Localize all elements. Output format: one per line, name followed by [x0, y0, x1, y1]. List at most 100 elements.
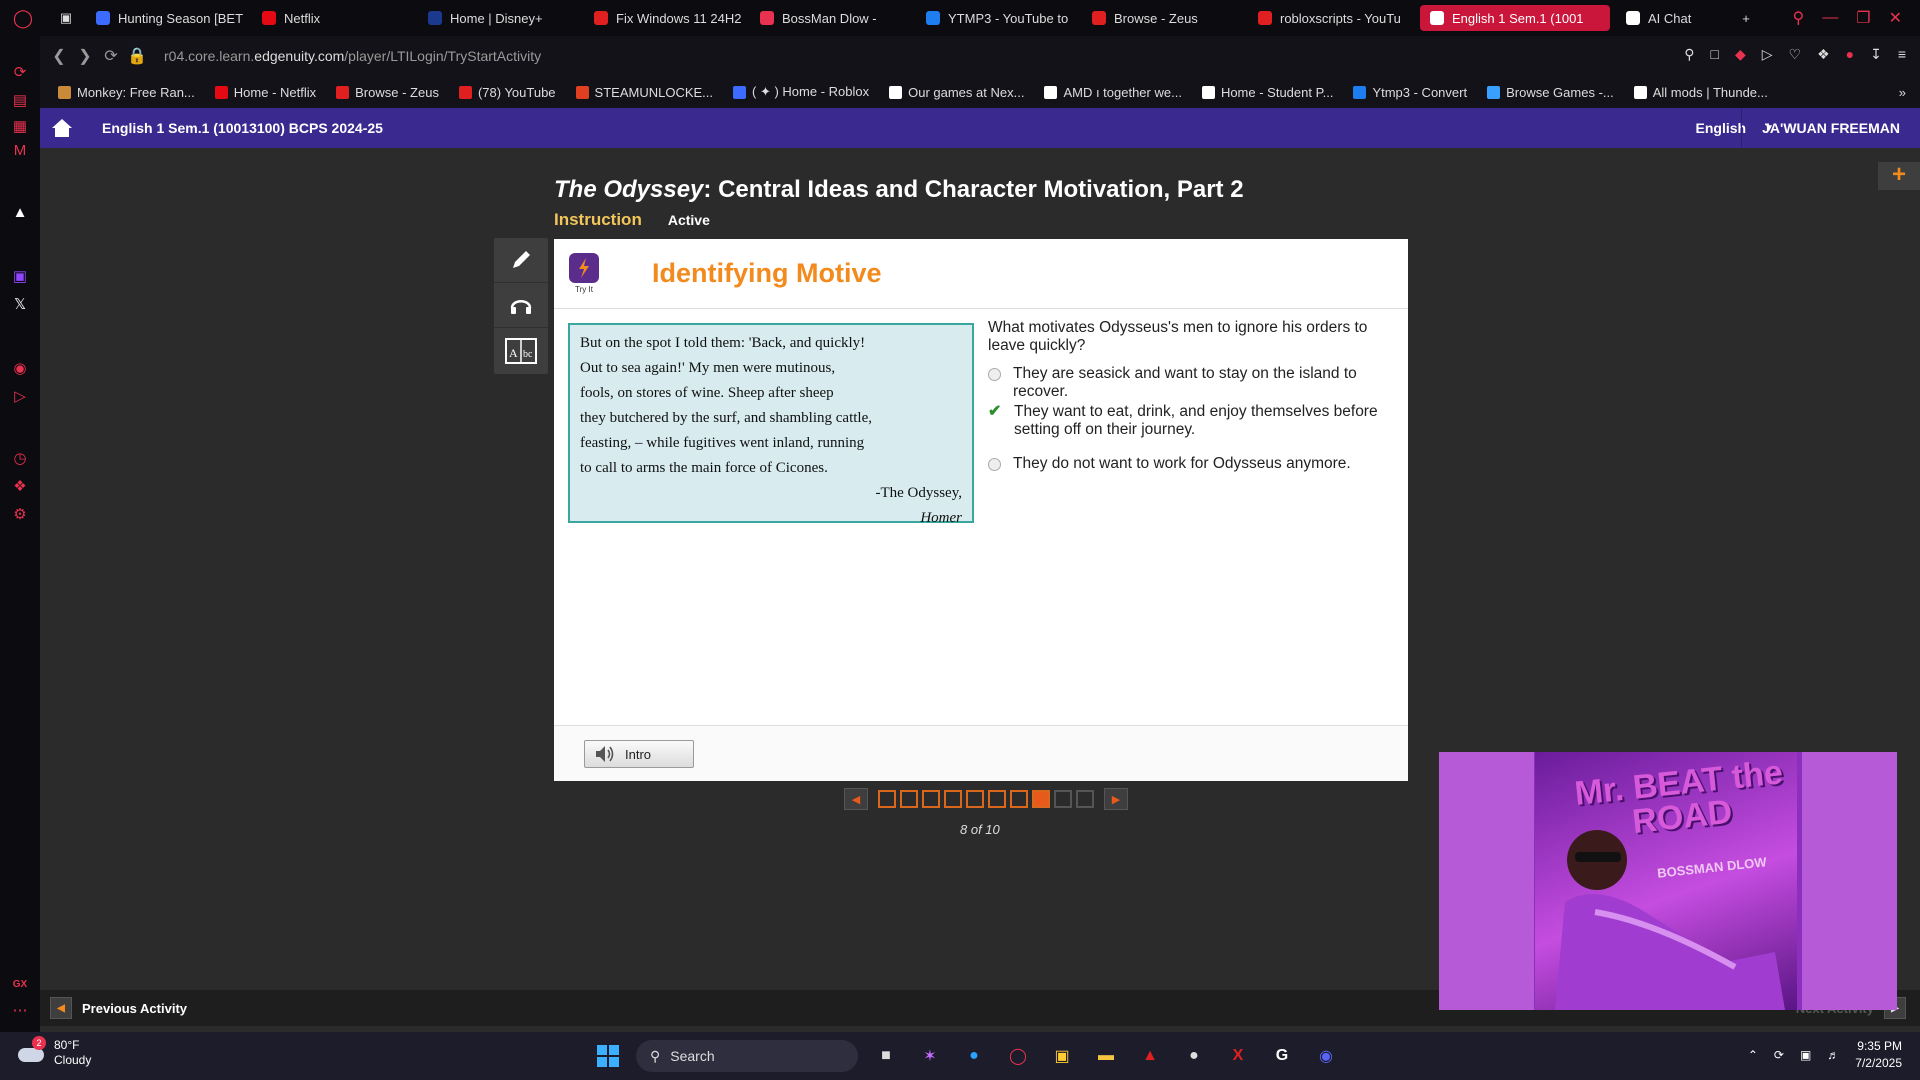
pager-step[interactable] — [900, 790, 918, 808]
highlighter-tool[interactable] — [494, 238, 548, 283]
windows-start-icon[interactable] — [592, 1040, 624, 1072]
wallet-icon[interactable]: ▦ — [11, 118, 29, 136]
bookmarks-overflow-icon[interactable]: » — [1891, 85, 1920, 100]
search-tabs-icon[interactable]: ⚲ — [1793, 8, 1805, 28]
network-icon[interactable]: ▣ — [1800, 1048, 1811, 1062]
pin-icon[interactable]: ⚲ — [1684, 46, 1694, 63]
browser-tab[interactable]: YTMP3 - YouTube to — [916, 0, 1082, 36]
gmail-icon[interactable]: M — [11, 142, 29, 160]
store-icon[interactable]: ▣ — [1046, 1040, 1078, 1072]
home-button[interactable] — [40, 108, 84, 148]
dictionary-tool[interactable]: Abc — [494, 328, 548, 373]
puzzle-icon[interactable]: ❖ — [1817, 46, 1830, 63]
bookmark-item[interactable]: STEAMUNLOCKE... — [568, 85, 721, 100]
discord-icon[interactable]: ◉ — [1310, 1040, 1342, 1072]
settings-icon[interactable]: ⚙ — [11, 506, 29, 524]
pager-step[interactable] — [878, 790, 896, 808]
browser-tab[interactable]: Browse - Zeus — [1082, 0, 1248, 36]
g-hub-icon[interactable]: G — [1266, 1040, 1298, 1072]
gx-icon[interactable]: GX — [11, 976, 29, 994]
back-icon[interactable]: ❮ — [46, 46, 72, 66]
chevron-up-icon[interactable]: ⌃ — [1748, 1048, 1758, 1062]
file-explorer-icon[interactable]: ▬ — [1090, 1040, 1122, 1072]
menu-icon[interactable]: ≡ — [1898, 46, 1906, 63]
extensions-icon[interactable]: ❖ — [11, 478, 29, 496]
intro-button[interactable]: Intro — [584, 740, 694, 768]
task-view-icon[interactable]: ■ — [870, 1040, 902, 1072]
x-app-icon[interactable]: X — [1222, 1040, 1254, 1072]
bookmark-item[interactable]: AMD ı together we... — [1036, 85, 1190, 100]
browser-tab[interactable]: Hunting Season [BET — [86, 0, 252, 36]
radio-button[interactable] — [988, 458, 1001, 471]
bookmark-item[interactable]: Browse Games -... — [1479, 85, 1622, 100]
profile-icon[interactable]: ● — [1846, 46, 1854, 63]
pager-step[interactable] — [1032, 790, 1050, 808]
app-icon[interactable]: ● — [1178, 1040, 1210, 1072]
browser-tab[interactable]: Fix Windows 11 24H2 — [584, 0, 750, 36]
player-icon[interactable]: ▷ — [1762, 46, 1773, 63]
taskbar-search[interactable]: ⚲ Search — [636, 1040, 858, 1072]
pager-step[interactable] — [922, 790, 940, 808]
adblock-icon[interactable]: ◆ — [1735, 46, 1746, 63]
pager-next-button[interactable]: ▶ — [1104, 788, 1128, 810]
download-icon[interactable]: ↧ — [1870, 46, 1882, 63]
tab-menu-icon[interactable]: ▣ — [46, 0, 86, 36]
browser-tab[interactable]: Netflix — [252, 0, 418, 36]
pager-step[interactable] — [966, 790, 984, 808]
bookmark-item[interactable]: (78) YouTube — [451, 85, 564, 100]
pager-step[interactable] — [1010, 790, 1028, 808]
history-icon[interactable]: ⟳ — [11, 64, 29, 82]
bookmark-item[interactable]: Ytmp3 - Convert — [1345, 85, 1475, 100]
url-field[interactable]: r04.core.learn.edgenuity.com/player/LTIL… — [164, 48, 541, 64]
pager-step[interactable] — [988, 790, 1006, 808]
pager-step[interactable] — [944, 790, 962, 808]
answer-option[interactable]: They do not want to work for Odysseus an… — [988, 455, 1398, 473]
reload-icon[interactable]: ⟳ — [98, 46, 124, 66]
minimize-button[interactable]: — — [1822, 9, 1838, 27]
more-icon[interactable]: ⋯ — [11, 1002, 29, 1020]
answer-option[interactable]: ✔ They want to eat, drink, and enjoy them… — [988, 403, 1398, 439]
bookmark-item[interactable]: ( ✦ ) Home - Roblox — [725, 84, 877, 100]
user-name[interactable]: JA'WUAN FREEMAN — [1741, 108, 1920, 148]
workspace-icon[interactable]: ▤ — [11, 92, 29, 110]
new-tab-button[interactable]: + — [1726, 0, 1766, 36]
pager-prev-button[interactable]: ◀ — [844, 788, 868, 810]
player-icon[interactable]: ◉ — [11, 360, 29, 378]
heart-icon[interactable]: ♡ — [1789, 46, 1802, 63]
edge-icon[interactable]: ● — [958, 1040, 990, 1072]
radio-button[interactable] — [988, 368, 1001, 381]
forward-icon[interactable]: ❯ — [72, 46, 98, 66]
volume-icon[interactable]: ♬ — [1827, 1048, 1839, 1062]
bookmark-item[interactable]: Home - Netflix — [207, 85, 324, 100]
clock[interactable]: 9:35 PM 7/2/2025 — [1855, 1038, 1902, 1072]
pager-step[interactable] — [1054, 790, 1072, 808]
plus-button[interactable]: + — [1878, 162, 1920, 190]
checkmark-icon[interactable]: ✔ — [988, 403, 1002, 439]
previous-activity-button[interactable]: ◀ Previous Activity — [50, 997, 187, 1019]
audio-tool[interactable] — [494, 283, 548, 328]
maximize-button[interactable]: ❐ — [1856, 8, 1870, 28]
send-icon[interactable]: ▷ — [11, 388, 29, 406]
pip-video[interactable]: Mr. BEAT the ROAD BOSSMAN DLOW — [1439, 752, 1897, 1010]
browser-tab[interactable]: Home | Disney+ — [418, 0, 584, 36]
opera-logo-icon[interactable]: ◯ — [0, 0, 46, 36]
bookmark-item[interactable]: Home - Student P... — [1194, 85, 1342, 100]
browser-tab[interactable]: BossMan Dlow - — [750, 0, 916, 36]
snapshot-icon[interactable]: □ — [1710, 46, 1718, 63]
opera-gx-icon[interactable]: ◯ — [1002, 1040, 1034, 1072]
bookmark-item[interactable]: Browse - Zeus — [328, 85, 447, 100]
pager-step[interactable] — [1076, 790, 1094, 808]
sync-icon[interactable]: ⟳ — [1774, 1048, 1784, 1062]
bookmark-item[interactable]: Our games at Nex... — [881, 85, 1032, 100]
browser-tab[interactable]: AI Chat — [1616, 0, 1726, 36]
close-button[interactable]: ✕ — [1889, 8, 1902, 28]
answer-option[interactable]: They are seasick and want to stay on the… — [988, 365, 1398, 401]
bookmark-item[interactable]: Monkey: Free Ran... — [50, 85, 203, 100]
bookmark-item[interactable]: All mods | Thunde... — [1626, 85, 1776, 100]
twitch-icon[interactable]: ▣ — [11, 268, 29, 286]
game-app-icon[interactable]: ▲ — [1134, 1040, 1166, 1072]
aria-icon[interactable]: ▲ — [11, 204, 29, 222]
clock-icon[interactable]: ◷ — [11, 450, 29, 468]
x-icon[interactable]: 𝕏 — [11, 296, 29, 314]
weather-widget[interactable]: 2 80°F Cloudy — [18, 1036, 91, 1068]
